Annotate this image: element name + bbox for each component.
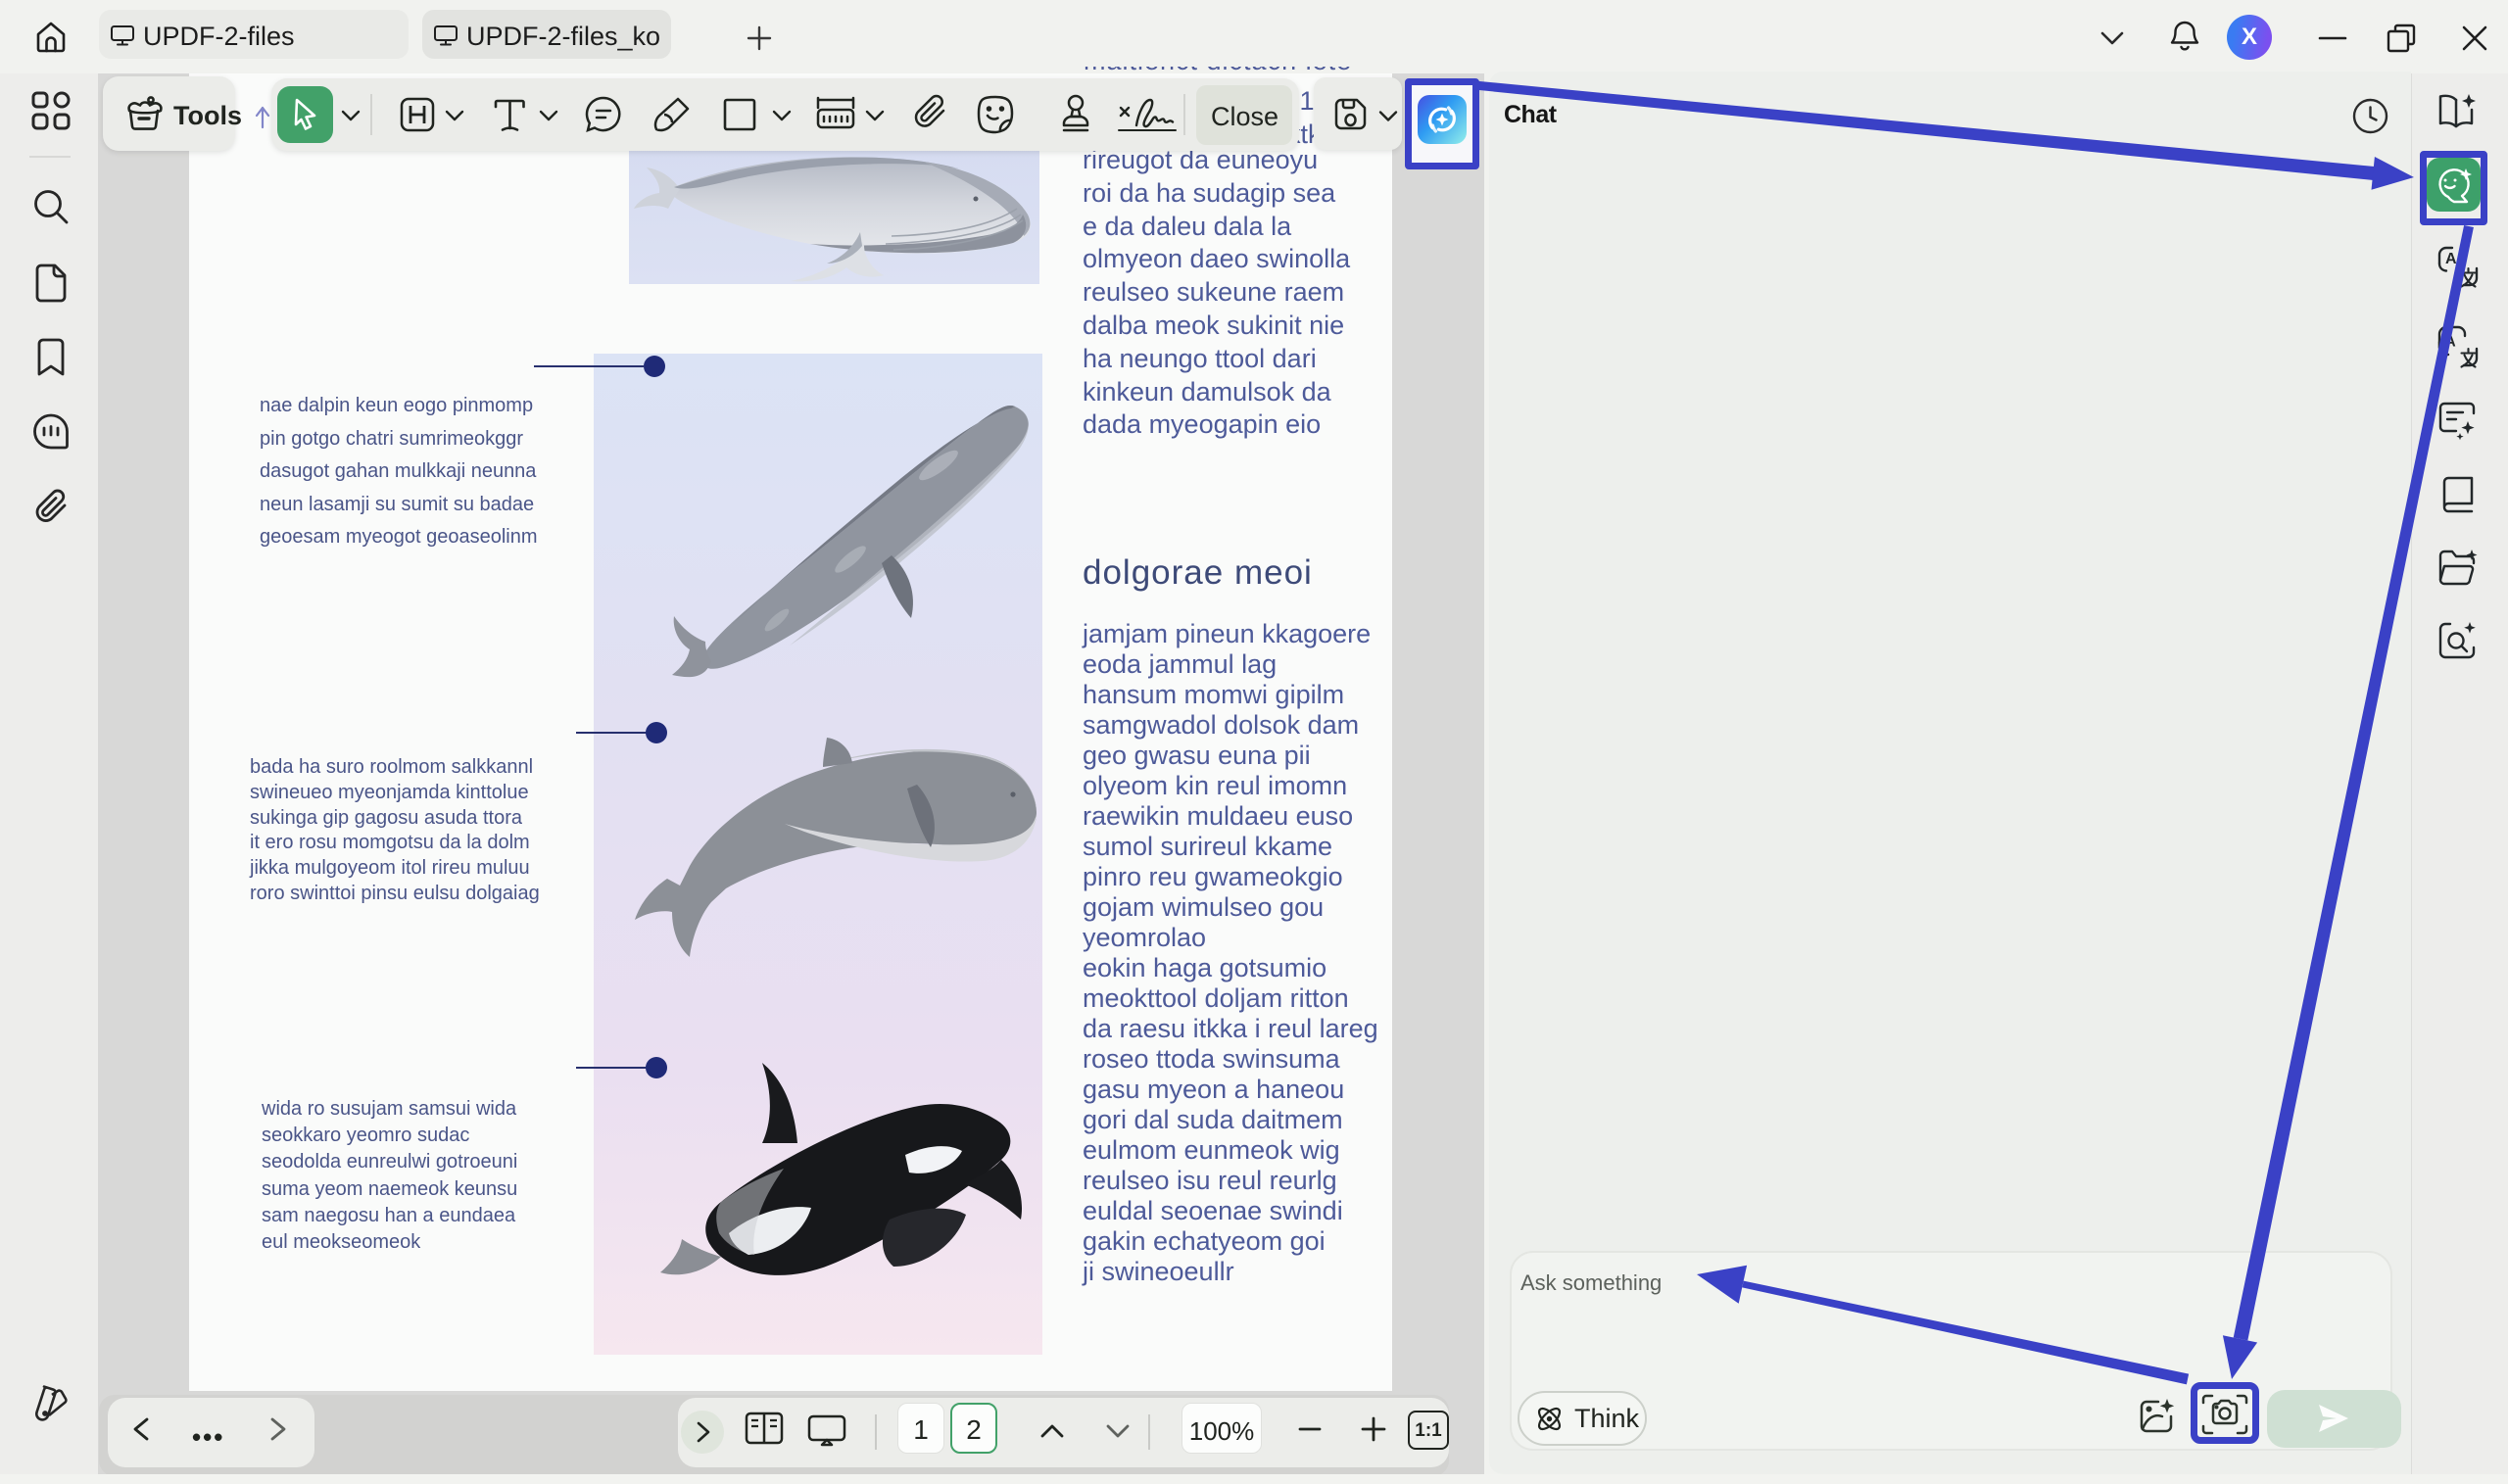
svg-text:A: A: [2445, 251, 2457, 267]
svg-text:A: A: [2445, 334, 2456, 351]
